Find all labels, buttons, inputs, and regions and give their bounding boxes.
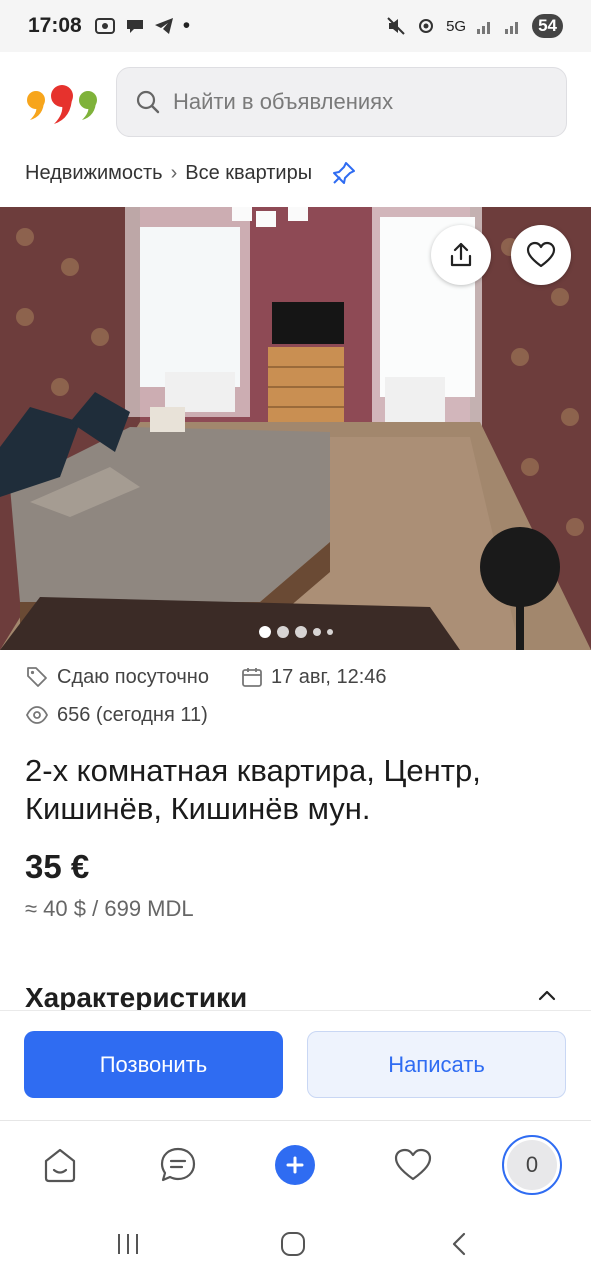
mute-icon — [387, 17, 405, 35]
nav-messages[interactable] — [148, 1135, 208, 1195]
contact-action-bar: Позвонить Написать — [0, 1010, 591, 1120]
chevron-up-icon[interactable] — [536, 988, 558, 1002]
status-system-icons: 5G 54 — [386, 14, 563, 38]
share-button[interactable] — [431, 225, 491, 285]
tag-icon — [27, 667, 47, 687]
app-logo-icon[interactable] — [24, 72, 100, 132]
battery-level: 54 — [532, 14, 563, 38]
listing-title: 2-х комнатная квартира, Центр, Кишинёв, … — [25, 753, 481, 826]
heart-icon — [394, 1148, 432, 1181]
breadcrumb-separator: › — [170, 161, 178, 184]
app-header: Найти в объявлениях — [0, 52, 591, 152]
add-button[interactable] — [275, 1145, 315, 1185]
gallery-pagination — [0, 626, 591, 638]
profile-avatar[interactable]: 0 — [502, 1135, 562, 1195]
nav-profile[interactable]: 0 — [502, 1135, 562, 1195]
more-notifications-dot-icon: • — [182, 14, 191, 37]
gallery-dot[interactable] — [326, 629, 333, 635]
home-icon — [44, 1148, 76, 1183]
plus-icon — [286, 1156, 304, 1174]
home-system-icon — [281, 1232, 305, 1256]
search-icon — [136, 90, 160, 114]
nav-home[interactable] — [30, 1135, 90, 1195]
home-system-button[interactable] — [273, 1226, 313, 1262]
listing-photo[interactable] — [0, 207, 591, 650]
chat-icon — [160, 1147, 196, 1182]
back-icon — [452, 1232, 466, 1256]
message-button[interactable]: Написать — [307, 1031, 566, 1098]
listing-views: 656 (сегодня 11) — [57, 703, 208, 726]
recent-apps-button[interactable] — [108, 1226, 148, 1262]
pin-icon[interactable] — [332, 161, 356, 185]
breadcrumb-item-all-apartments[interactable]: Все квартиры — [185, 162, 312, 185]
recent-apps-icon — [118, 1234, 138, 1254]
bedroom-photo — [0, 207, 591, 650]
back-button[interactable] — [440, 1226, 480, 1262]
telegram-icon — [154, 18, 173, 34]
screenshot-icon — [94, 18, 115, 34]
gallery-dot[interactable] — [276, 626, 289, 638]
characteristics-header[interactable]: Характеристики — [25, 982, 570, 1012]
listing-category: Сдаю посуточно — [57, 665, 209, 688]
breadcrumb-item-real-estate[interactable]: Недвижимость — [25, 162, 163, 185]
gallery-dot[interactable] — [312, 628, 321, 636]
status-time: 17:08 — [28, 14, 82, 37]
chat-bubble-icon — [126, 20, 143, 33]
calendar-icon — [242, 668, 262, 687]
network-type: 5G — [446, 17, 467, 35]
breadcrumb: Недвижимость › Все квартиры — [25, 152, 356, 194]
nav-favorites[interactable] — [383, 1135, 443, 1195]
share-icon — [450, 242, 472, 267]
signal-2-icon — [505, 22, 519, 34]
eye-icon — [25, 706, 49, 724]
listing-price: 35 € — [25, 848, 90, 885]
status-notification-icons: • — [94, 14, 190, 38]
heart-icon — [526, 241, 556, 268]
listing-meta: Сдаю посуточно 17 авг, 12:46 656 (сегодн… — [25, 658, 387, 734]
listing-date: 17 авг, 12:46 — [270, 665, 387, 688]
profile-badge: 0 — [507, 1140, 557, 1190]
gallery-dot[interactable] — [294, 626, 307, 638]
call-button[interactable]: Позвонить — [24, 1031, 283, 1098]
signal-icon — [477, 22, 491, 34]
favorite-button[interactable] — [511, 225, 571, 285]
search-input[interactable]: Найти в объявлениях — [116, 67, 567, 137]
listing-price-converted: ≈ 40 $ / 699 MDL — [25, 896, 194, 921]
hotspot-icon — [419, 19, 434, 33]
system-navigation — [0, 1208, 591, 1280]
status-bar: 17:08 • 5G 54 — [0, 0, 591, 52]
bottom-navigation: 0 — [0, 1120, 591, 1208]
search-placeholder: Найти в объявлениях — [173, 89, 394, 114]
gallery-dot-active[interactable] — [258, 626, 271, 638]
nav-add-listing[interactable] — [265, 1135, 325, 1195]
